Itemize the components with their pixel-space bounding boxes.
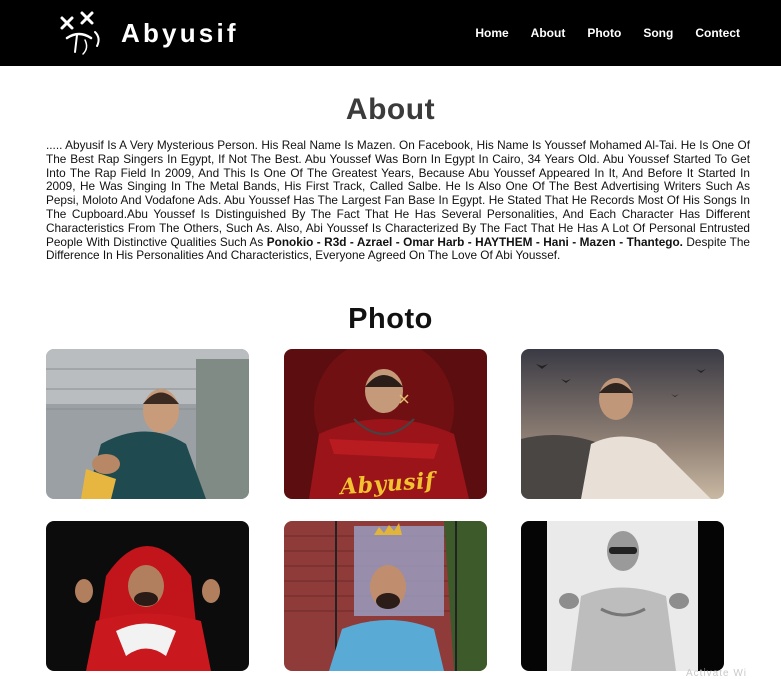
activation-watermark: Activate Wi <box>686 668 748 679</box>
nav-contect[interactable]: Contect <box>695 26 740 40</box>
navbar: Abyusif Home About Photo Song Contect <box>0 0 781 66</box>
album-title-overlay: Abyusif <box>339 467 436 499</box>
nav-song[interactable]: Song <box>643 26 673 40</box>
photo-6[interactable] <box>521 521 724 671</box>
about-bold-names: Ponokio - R3d - Azrael - Omar Harb - HAY… <box>266 234 683 249</box>
nav-home[interactable]: Home <box>475 26 508 40</box>
photo-title: Photo <box>348 303 433 335</box>
photo-1[interactable] <box>46 349 249 499</box>
main-nav: Home About Photo Song Contect <box>453 26 740 40</box>
about-title: About <box>345 93 436 126</box>
brand-name[interactable]: Abyusif <box>121 18 239 49</box>
crossed-eyes-face-icon[interactable] <box>55 8 107 60</box>
nav-about[interactable]: About <box>531 26 566 40</box>
nav-photo[interactable]: Photo <box>587 26 621 40</box>
photo-2[interactable]: Abyusif <box>284 349 487 499</box>
about-text-before: ..... Abyusif Is A Very Mysterious Perso… <box>46 138 750 249</box>
about-paragraph: ..... Abyusif Is A Very Mysterious Perso… <box>46 138 750 263</box>
photo-4[interactable] <box>46 521 249 671</box>
photo-3[interactable] <box>521 349 724 499</box>
photo-5[interactable] <box>284 521 487 671</box>
